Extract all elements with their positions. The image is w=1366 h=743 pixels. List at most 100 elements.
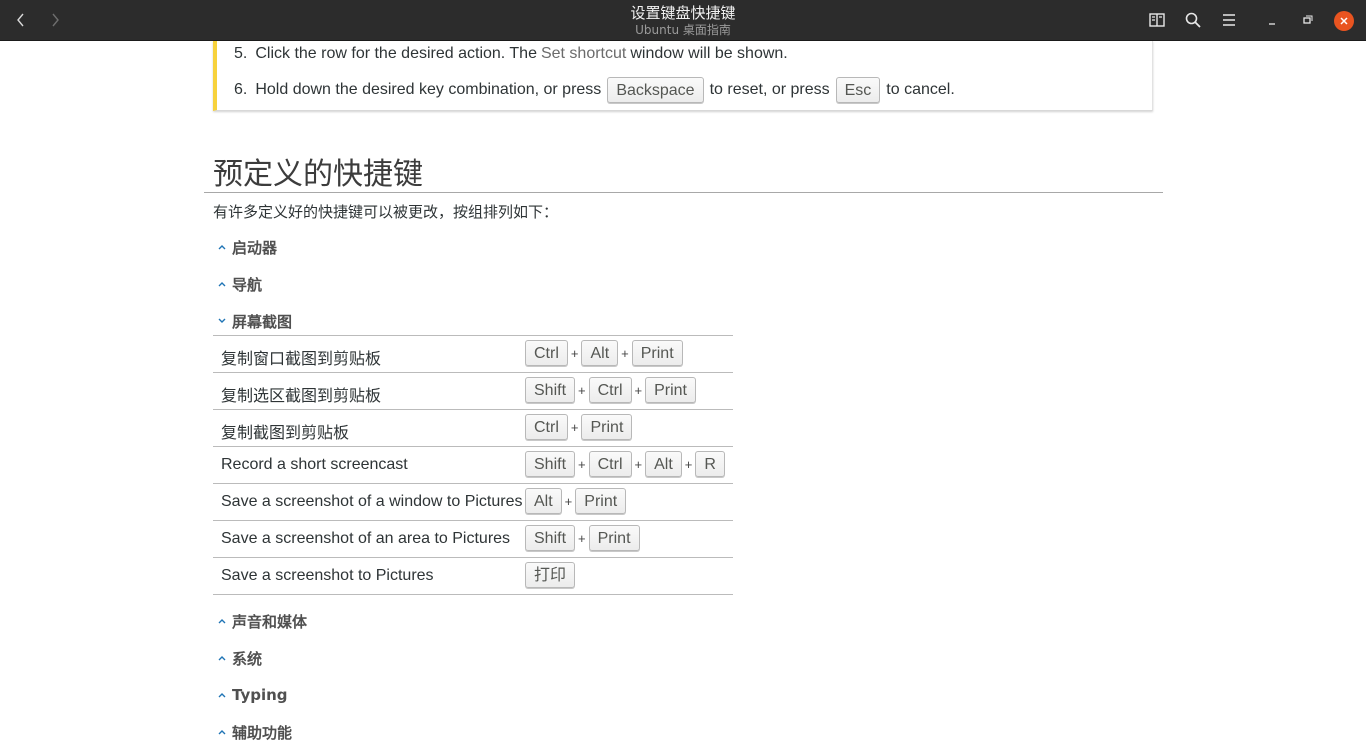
plus-separator: +	[621, 345, 629, 361]
shortcut-keys: Shift + Ctrl + Print	[525, 377, 696, 403]
close-icon	[1340, 17, 1348, 25]
plus-separator: +	[564, 493, 573, 509]
shortcut-action-label: Save a screenshot to Pictures	[221, 567, 434, 584]
chevron-up-icon	[218, 653, 228, 663]
step-text: window will be shown.	[630, 45, 788, 62]
page-content: 5. Click the row for the desired action.…	[0, 41, 1366, 742]
section-launchers[interactable]: 启动器	[218, 237, 277, 257]
search-button[interactable]	[1183, 10, 1203, 30]
section-accessibility[interactable]: 辅助功能	[218, 722, 292, 742]
minimize-button[interactable]	[1262, 10, 1282, 30]
header-bar: 设置键盘快捷键 Ubuntu 桌面指南	[0, 0, 1366, 41]
keycap: 打印	[525, 562, 576, 588]
keycap: Shift	[525, 451, 576, 477]
table-row[interactable]: 复制截图到剪贴板 Ctrl + Print	[213, 409, 733, 446]
search-icon	[1185, 12, 1201, 28]
set-shortcut-term: Set shortcut	[540, 45, 627, 62]
table-row[interactable]: 复制窗口截图到剪贴板 Ctrl + Alt + Print	[213, 335, 733, 372]
section-system[interactable]: 系统	[218, 648, 262, 668]
step-number: 5.	[234, 45, 248, 62]
section-title: 系统	[232, 649, 263, 668]
section-navigation[interactable]: 导航	[218, 274, 262, 294]
shortcut-action-label: 复制截图到剪贴板	[221, 425, 350, 442]
table-row[interactable]: 复制选区截图到剪贴板 Shift + Ctrl + Print	[213, 372, 733, 409]
plus-separator: +	[634, 382, 643, 398]
keycap: R	[695, 451, 725, 477]
section-title: Typing	[232, 686, 288, 704]
chevron-up-icon	[218, 279, 228, 289]
section-typing[interactable]: Typing	[218, 685, 288, 705]
shortcut-table: 复制窗口截图到剪贴板 Ctrl + Alt + Print 复制选区截图到剪贴板 Shift +…	[213, 335, 733, 595]
keycap: Shift	[525, 525, 576, 551]
section-heading: 预定义的快捷键	[213, 157, 423, 192]
step-text: to cancel.	[886, 81, 955, 98]
shortcut-keys: Ctrl + Alt + Print	[525, 340, 683, 366]
maximize-button[interactable]	[1297, 10, 1317, 30]
chevron-up-icon	[218, 242, 228, 252]
keycap: Ctrl	[525, 414, 568, 440]
section-title: 屏幕截图	[232, 312, 293, 331]
section-title: 导航	[232, 275, 263, 294]
intro-text: 有许多定义好的快捷键可以被更改，按组排列如下：	[213, 203, 559, 221]
plus-separator: +	[578, 456, 586, 472]
table-row[interactable]: Record a short screencast Shift + Ctrl + Alt +…	[213, 446, 733, 483]
heading-divider	[204, 192, 1163, 193]
table-row[interactable]: Save a screenshot of a window to Picture…	[213, 483, 733, 520]
step-5: 5. Click the row for the desired action.…	[234, 45, 788, 63]
shortcut-keys: 打印	[525, 562, 576, 588]
plus-separator: +	[578, 382, 586, 398]
key-backspace: Backspace	[607, 77, 704, 103]
bookmarks-button[interactable]	[1147, 10, 1167, 30]
shortcut-action-label: Record a short screencast	[221, 456, 408, 473]
step-6: 6. Hold down the desired key combination…	[234, 77, 955, 103]
keycap: Print	[631, 340, 683, 366]
table-row[interactable]: Save a screenshot to Pictures 打印	[213, 557, 733, 595]
maximize-icon	[1303, 15, 1313, 24]
shortcut-keys: Alt + Print	[525, 488, 627, 514]
key-esc: Esc	[835, 77, 881, 103]
plus-separator: +	[570, 419, 579, 435]
keycap: Ctrl	[588, 451, 632, 477]
chevron-up-icon	[218, 616, 228, 626]
section-screenshots[interactable]: 屏幕截图	[218, 311, 292, 331]
keycap: Alt	[525, 488, 562, 514]
plus-separator: +	[578, 530, 586, 546]
shortcut-keys: Shift + Ctrl + Alt + R	[525, 451, 725, 477]
shortcut-action-label: 复制窗口截图到剪贴板	[221, 351, 382, 368]
keycap: Print	[581, 414, 633, 440]
chevron-up-icon	[218, 690, 228, 700]
keycap: Print	[575, 488, 627, 514]
step-number: 6.	[234, 81, 248, 98]
step-text: Hold down the desired key combination, o…	[255, 81, 602, 98]
table-row[interactable]: Save a screenshot of an area to Pictures…	[213, 520, 733, 557]
steps-note: 5. Click the row for the desired action.…	[213, 41, 1153, 111]
keycap: Ctrl	[525, 340, 568, 366]
bookmarks-icon	[1149, 13, 1165, 27]
step-text: Click the row for the desired action. Th…	[255, 45, 537, 62]
shortcut-action-label: 复制选区截图到剪贴板	[221, 388, 382, 405]
chevron-down-icon	[218, 316, 228, 326]
minimize-icon	[1269, 23, 1275, 25]
plus-separator: +	[634, 456, 643, 472]
section-title: 辅助功能	[232, 723, 293, 742]
section-title: 声音和媒体	[232, 612, 308, 631]
keycap: Ctrl	[588, 377, 632, 403]
keycap: Alt	[645, 451, 682, 477]
shortcut-action-label: Save a screenshot of an area to Pictures	[221, 530, 511, 547]
menu-icon	[1223, 14, 1235, 26]
shortcut-keys: Shift + Print	[525, 525, 640, 551]
section-title: 启动器	[232, 238, 278, 257]
section-sound-media[interactable]: 声音和媒体	[218, 611, 307, 631]
keycap: Shift	[525, 377, 576, 403]
step-text: to reset, or press	[709, 81, 830, 98]
keycap: Print	[645, 377, 696, 403]
keycap: Print	[588, 525, 640, 551]
shortcut-action-label: Save a screenshot of a window to Picture…	[221, 493, 523, 510]
menu-button[interactable]	[1219, 10, 1239, 30]
plus-separator: +	[570, 345, 579, 361]
chevron-up-icon	[218, 727, 228, 737]
plus-separator: +	[684, 456, 693, 472]
close-button[interactable]	[1334, 11, 1354, 31]
shortcut-keys: Ctrl + Print	[525, 414, 633, 440]
keycap: Alt	[581, 340, 619, 366]
